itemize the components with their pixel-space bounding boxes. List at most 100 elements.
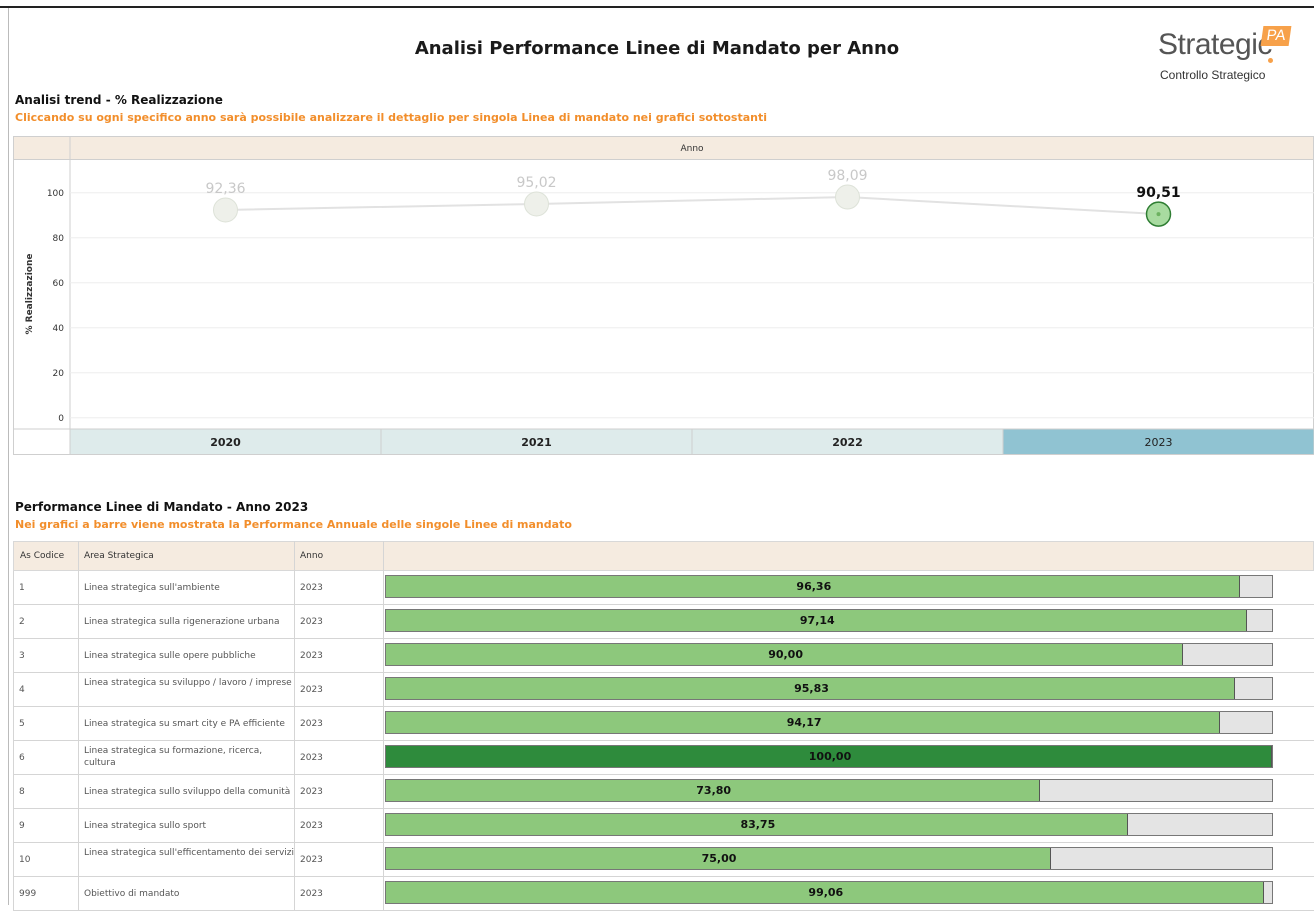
y-tick-label-60: 60 <box>53 279 65 289</box>
bar-track: 73,80 <box>385 779 1273 802</box>
data-point-2022 <box>835 184 860 210</box>
bars-section-title: Performance Linee di Mandato - Anno 2023 <box>15 500 309 514</box>
trend-chart-svg: Anno 0 20 40 60 80 100 % Realizzazione 2020 2021 2… <box>13 136 1314 455</box>
row-area-strategica: Linea strategica sulle opere pubbliche <box>84 651 256 661</box>
row-area-strategica: Obiettivo di mandato <box>84 889 180 899</box>
trend-header-band <box>13 136 1314 160</box>
bar-track: 94,17 <box>385 711 1273 734</box>
row-code: 999 <box>19 889 37 899</box>
logo-dot <box>1268 58 1273 63</box>
footer-corner <box>13 428 71 455</box>
year-label-2022: 2022 <box>832 436 863 449</box>
row-code: 2 <box>19 617 25 627</box>
row-area-strategica: Linea strategica sulla rigenerazione urb… <box>84 617 280 627</box>
row-year: 2023 <box>300 855 323 865</box>
logo-word: Strategic <box>1158 28 1272 61</box>
bar-track: 99,06 <box>385 881 1273 904</box>
y-axis-title: % Realizzazione <box>25 254 35 335</box>
bar-track: 96,36 <box>385 575 1273 598</box>
bars-section-subtitle: Nei grafici a barre viene mostrata la Pe… <box>15 518 572 531</box>
row-year: 2023 <box>300 617 323 627</box>
bar-value-label: 100,00 <box>808 750 852 763</box>
bar-track: 83,75 <box>385 813 1273 836</box>
row-year: 2023 <box>300 719 323 729</box>
bar-value-label: 73,80 <box>696 784 732 797</box>
table-row[interactable]: 9 Linea strategica sullo sport 2023 83,75 <box>13 809 1314 843</box>
table-row[interactable]: 10 Linea strategica sull'efficentamento d… <box>13 843 1314 877</box>
trend-chart: Anno 0 20 40 60 80 100 % Realizzazione 2020 2021 2… <box>13 136 1314 455</box>
year-label-2021: 2021 <box>521 436 552 449</box>
row-year: 2023 <box>300 821 323 831</box>
column-separator <box>294 541 295 911</box>
y-tick-label-100: 100 <box>47 189 64 199</box>
data-label-2022: 98,09 <box>827 168 867 184</box>
table-row[interactable]: 5 Linea strategica su smart city e PA eff… <box>13 707 1314 741</box>
bar-track: 75,00 <box>385 847 1273 870</box>
data-point-center-2023 <box>1156 212 1161 217</box>
logo-badge: PA <box>1260 26 1292 46</box>
bar-track: 95,83 <box>385 677 1273 700</box>
table-row[interactable]: 6 Linea strategica su formazione, ricerca… <box>13 741 1314 775</box>
row-code: 4 <box>19 685 25 695</box>
row-code: 1 <box>19 583 25 593</box>
row-year: 2023 <box>300 753 323 763</box>
row-year: 2023 <box>300 651 323 661</box>
bar-value-label: 96,36 <box>796 580 832 593</box>
strategic-pa-logo: Strategic PA Controllo Strategico <box>1130 26 1300 96</box>
y-tick-label-20: 20 <box>53 369 65 379</box>
row-code: 8 <box>19 787 25 797</box>
trend-header-label: Anno <box>680 144 704 154</box>
table-row[interactable]: 1 Linea strategica sull'ambiente 2023 96,36 <box>13 571 1314 605</box>
row-area-strategica: Linea strategica sull'efficentamento dei… <box>84 848 295 858</box>
trend-section-subtitle: Cliccando su ogni specifico anno sarà po… <box>15 111 768 124</box>
row-year: 2023 <box>300 685 323 695</box>
data-label-2023: 90,51 <box>1136 185 1180 201</box>
bar-value-label: 90,00 <box>768 648 803 661</box>
bar-value-label: 97,14 <box>799 614 835 627</box>
y-tick-label-80: 80 <box>53 234 65 244</box>
row-area-strategica: Linea strategica sullo sviluppo della co… <box>84 787 291 797</box>
row-code: 9 <box>19 821 25 831</box>
year-label-2020: 2020 <box>210 436 241 449</box>
row-code: 10 <box>19 855 31 865</box>
left-border <box>8 8 9 905</box>
page-title: Analisi Performance Linee di Mandato per… <box>414 38 900 59</box>
y-tick-label-40: 40 <box>53 324 65 334</box>
row-year: 2023 <box>300 889 323 899</box>
bar-value-label: 99,06 <box>808 886 844 899</box>
bar-value-label: 94,17 <box>786 716 822 729</box>
table-row[interactable]: 8 Linea strategica sullo sviluppo della c… <box>13 775 1314 809</box>
row-year: 2023 <box>300 583 323 593</box>
row-code: 5 <box>19 719 25 729</box>
data-point-2020 <box>213 197 238 223</box>
bar-value-label: 95,83 <box>794 682 829 695</box>
table-header: As Codice Area Strategica Anno <box>13 541 1314 571</box>
table-row[interactable]: 4 Linea strategica su sviluppo / lavoro /… <box>13 673 1314 707</box>
table-row[interactable]: 999 Obiettivo di mandato 2023 99,06 <box>13 877 1314 911</box>
row-area-strategica: Linea strategica sull'ambiente <box>84 583 220 593</box>
row-code: 3 <box>19 651 25 661</box>
column-separator <box>383 541 384 911</box>
top-border <box>0 6 1314 8</box>
table-row[interactable]: 3 Linea strategica sulle opere pubbliche 2… <box>13 639 1314 673</box>
data-point-2021 <box>524 191 549 217</box>
column-header-area: Area Strategica <box>84 551 154 561</box>
year-label-2023: 2023 <box>1145 436 1173 449</box>
data-label-2021: 95,02 <box>516 175 556 191</box>
column-header-year: Anno <box>300 551 324 561</box>
row-area-strategica: Linea strategica su formazione, ricerca,… <box>84 746 263 768</box>
bar-value-label: 75,00 <box>701 852 737 865</box>
bar-track: 100,00 <box>385 745 1273 768</box>
logo-subtitle: Controllo Strategico <box>1160 68 1266 82</box>
bar-track: 97,14 <box>385 609 1273 632</box>
y-tick-label-0: 0 <box>58 414 64 424</box>
column-header-code: As Codice <box>20 551 65 561</box>
data-label-2020: 92,36 <box>205 181 245 197</box>
table-row[interactable]: 2 Linea strategica sulla rigenerazione ur… <box>13 605 1314 639</box>
row-year: 2023 <box>300 787 323 797</box>
row-area-strategica: Linea strategica su sviluppo / lavoro / … <box>84 678 292 688</box>
row-area-strategica: Linea strategica su smart city e PA effi… <box>84 719 285 729</box>
row-code: 6 <box>19 753 25 763</box>
column-separator <box>78 541 79 911</box>
bar-value-label: 83,75 <box>740 818 776 831</box>
